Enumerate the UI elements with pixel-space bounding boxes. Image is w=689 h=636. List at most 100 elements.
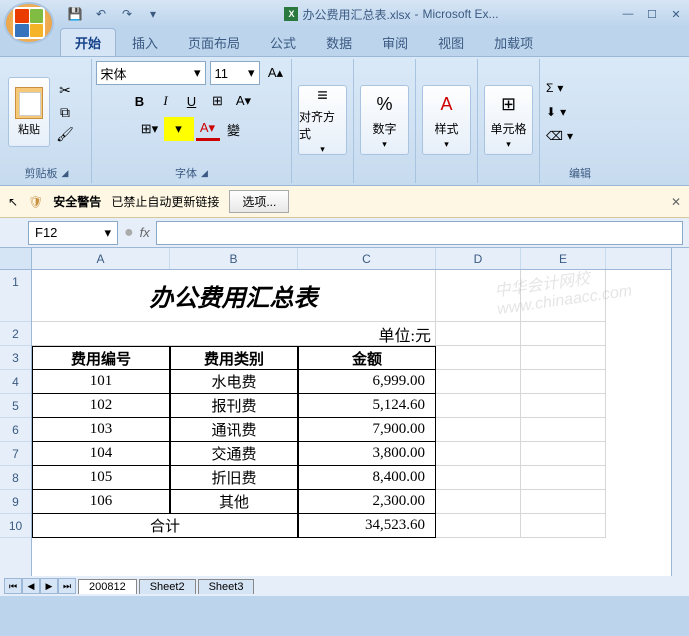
row-header[interactable]: 10: [0, 514, 31, 538]
col-header[interactable]: C: [298, 248, 436, 269]
category-cell[interactable]: 其他: [170, 490, 298, 514]
fill-color-button[interactable]: ▾: [164, 117, 194, 141]
font-launcher-icon[interactable]: ◢: [201, 168, 208, 179]
category-cell[interactable]: 通讯费: [170, 418, 298, 442]
cell[interactable]: [436, 514, 521, 538]
underline-button[interactable]: U: [180, 89, 204, 113]
sheet-tab[interactable]: Sheet2: [139, 579, 196, 594]
id-cell[interactable]: 102: [32, 394, 170, 418]
cell[interactable]: [436, 370, 521, 394]
save-icon[interactable]: 💾: [64, 3, 86, 25]
tab-formulas[interactable]: 公式: [256, 29, 310, 56]
amount-cell[interactable]: 3,800.00: [298, 442, 436, 466]
cell[interactable]: [521, 322, 606, 346]
minimize-button[interactable]: —: [619, 5, 637, 23]
close-button[interactable]: ✕: [667, 5, 685, 23]
vertical-scrollbar[interactable]: [671, 248, 689, 576]
clear-icon[interactable]: ⌫: [546, 129, 563, 143]
border-dropdown[interactable]: ⊞▾: [138, 117, 162, 141]
category-cell[interactable]: 水电费: [170, 370, 298, 394]
id-cell[interactable]: 104: [32, 442, 170, 466]
amount-cell[interactable]: 5,124.60: [298, 394, 436, 418]
row-header[interactable]: 6: [0, 418, 31, 442]
category-cell[interactable]: 折旧费: [170, 466, 298, 490]
tab-addins[interactable]: 加载项: [480, 29, 547, 56]
row-header[interactable]: 9: [0, 490, 31, 514]
tab-view[interactable]: 视图: [424, 29, 478, 56]
tab-nav-first-icon[interactable]: ⏮: [4, 578, 22, 594]
col-header[interactable]: E: [521, 248, 606, 269]
amount-cell[interactable]: 7,900.00: [298, 418, 436, 442]
category-cell[interactable]: 报刊费: [170, 394, 298, 418]
amount-cell[interactable]: 8,400.00: [298, 466, 436, 490]
copy-icon[interactable]: ⧉: [54, 102, 76, 122]
sheet-tab[interactable]: Sheet3: [198, 579, 255, 594]
cell[interactable]: [521, 394, 606, 418]
tab-nav-next-icon[interactable]: ▶: [40, 578, 58, 594]
total-label-cell[interactable]: 合计: [32, 514, 298, 538]
id-cell[interactable]: 105: [32, 466, 170, 490]
phonetic-button[interactable]: 變: [222, 117, 246, 141]
tab-review[interactable]: 审阅: [368, 29, 422, 56]
sheet-tab[interactable]: 200812: [78, 579, 137, 594]
cell[interactable]: [436, 418, 521, 442]
cell[interactable]: [436, 466, 521, 490]
tab-home[interactable]: 开始: [60, 28, 116, 56]
redo-icon[interactable]: ↷: [116, 3, 138, 25]
cell[interactable]: [521, 346, 606, 370]
cell[interactable]: [521, 490, 606, 514]
alignment-button[interactable]: ≡对齐方式▾: [298, 85, 347, 155]
cell[interactable]: [521, 442, 606, 466]
header-cell[interactable]: 金额: [298, 346, 436, 370]
tab-insert[interactable]: 插入: [118, 29, 172, 56]
category-cell[interactable]: 交通费: [170, 442, 298, 466]
clipboard-launcher-icon[interactable]: ◢: [62, 168, 69, 179]
security-options-button[interactable]: 选项...: [229, 190, 289, 213]
cell[interactable]: [521, 370, 606, 394]
header-cell[interactable]: 费用类别: [170, 346, 298, 370]
shrink-font-icon[interactable]: A▾: [232, 89, 256, 113]
tab-nav-last-icon[interactable]: ⏭: [58, 578, 76, 594]
cell[interactable]: [521, 514, 606, 538]
cell[interactable]: [521, 418, 606, 442]
italic-button[interactable]: I: [154, 89, 178, 113]
id-cell[interactable]: 106: [32, 490, 170, 514]
id-cell[interactable]: 103: [32, 418, 170, 442]
sheet-title-cell[interactable]: 办公费用汇总表: [32, 270, 436, 322]
cell[interactable]: [436, 270, 521, 322]
format-painter-icon[interactable]: 🖌: [54, 124, 76, 144]
cell-grid[interactable]: 办公费用汇总表 单位:元 费用编号 费用类别 金额 101 水电费 6,999.…: [32, 270, 671, 538]
maximize-button[interactable]: ☐: [643, 5, 661, 23]
row-header[interactable]: 1: [0, 270, 31, 322]
select-all-corner[interactable]: [0, 248, 31, 270]
unit-cell[interactable]: 单位:元: [32, 322, 436, 346]
fx-cancel-icon[interactable]: ●: [124, 224, 134, 242]
row-header[interactable]: 5: [0, 394, 31, 418]
cell[interactable]: [436, 490, 521, 514]
cell[interactable]: [436, 346, 521, 370]
cell[interactable]: [521, 270, 606, 322]
paste-button[interactable]: 粘贴: [8, 77, 50, 147]
fx-icon[interactable]: fx: [140, 225, 150, 240]
number-button[interactable]: %数字▾: [360, 85, 409, 155]
font-color-button[interactable]: A▾: [196, 117, 220, 141]
header-cell[interactable]: 费用编号: [32, 346, 170, 370]
cut-icon[interactable]: ✂: [54, 80, 76, 100]
row-header[interactable]: 8: [0, 466, 31, 490]
cell[interactable]: [436, 394, 521, 418]
grow-font-icon[interactable]: A▴: [264, 61, 288, 85]
row-header[interactable]: 4: [0, 370, 31, 394]
security-close-icon[interactable]: ✕: [671, 195, 681, 209]
cell[interactable]: [436, 442, 521, 466]
amount-cell[interactable]: 6,999.00: [298, 370, 436, 394]
total-amount-cell[interactable]: 34,523.60: [298, 514, 436, 538]
undo-icon[interactable]: ↶: [90, 3, 112, 25]
formula-input[interactable]: [156, 221, 683, 245]
fill-icon[interactable]: ⬇: [546, 105, 556, 119]
bold-button[interactable]: B: [128, 89, 152, 113]
col-header[interactable]: A: [32, 248, 170, 269]
office-button[interactable]: [4, 2, 54, 44]
tab-layout[interactable]: 页面布局: [174, 29, 254, 56]
tab-data[interactable]: 数据: [312, 29, 366, 56]
row-header[interactable]: 7: [0, 442, 31, 466]
